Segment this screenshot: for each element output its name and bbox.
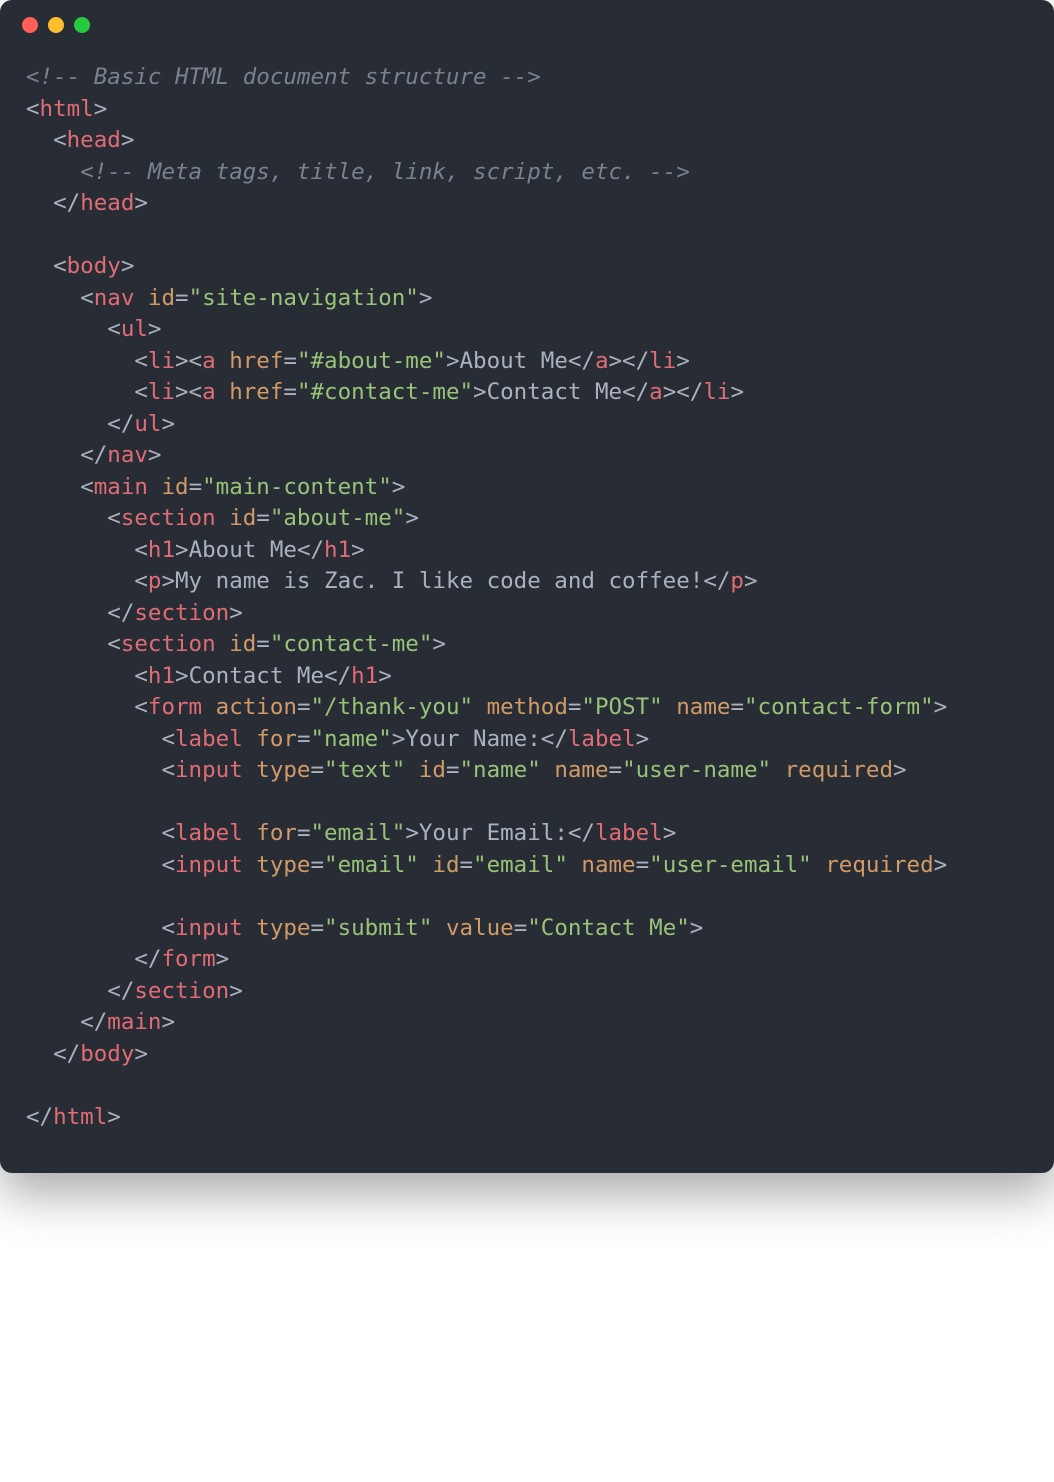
submit-value: "Contact Me" [527,915,690,941]
link-about-me: About Me [460,348,568,374]
heading-about: About Me [189,537,297,563]
tag-html: html [40,96,94,122]
tag-head: head [67,127,121,153]
paragraph-about: My name is Zac. I like code and coffee! [175,568,703,594]
window-titlebar [0,0,1054,50]
label-name: Your Name: [405,726,540,752]
label-email: Your Email: [419,820,568,846]
code-window: <!-- Basic HTML document structure --> <… [0,0,1054,1173]
tag-main: main [94,474,148,500]
minimize-icon[interactable] [48,17,64,33]
tag-body: body [67,253,121,279]
close-icon[interactable] [22,17,38,33]
code-comment: <!-- Meta tags, title, link, script, etc… [80,159,690,185]
zoom-icon[interactable] [74,17,90,33]
code-comment: <!-- Basic HTML document structure --> [26,64,541,90]
heading-contact: Contact Me [189,663,324,689]
link-contact-me: Contact Me [487,379,622,405]
code-block: <!-- Basic HTML document structure --> <… [0,50,1054,1143]
tag-nav: nav [94,285,135,311]
